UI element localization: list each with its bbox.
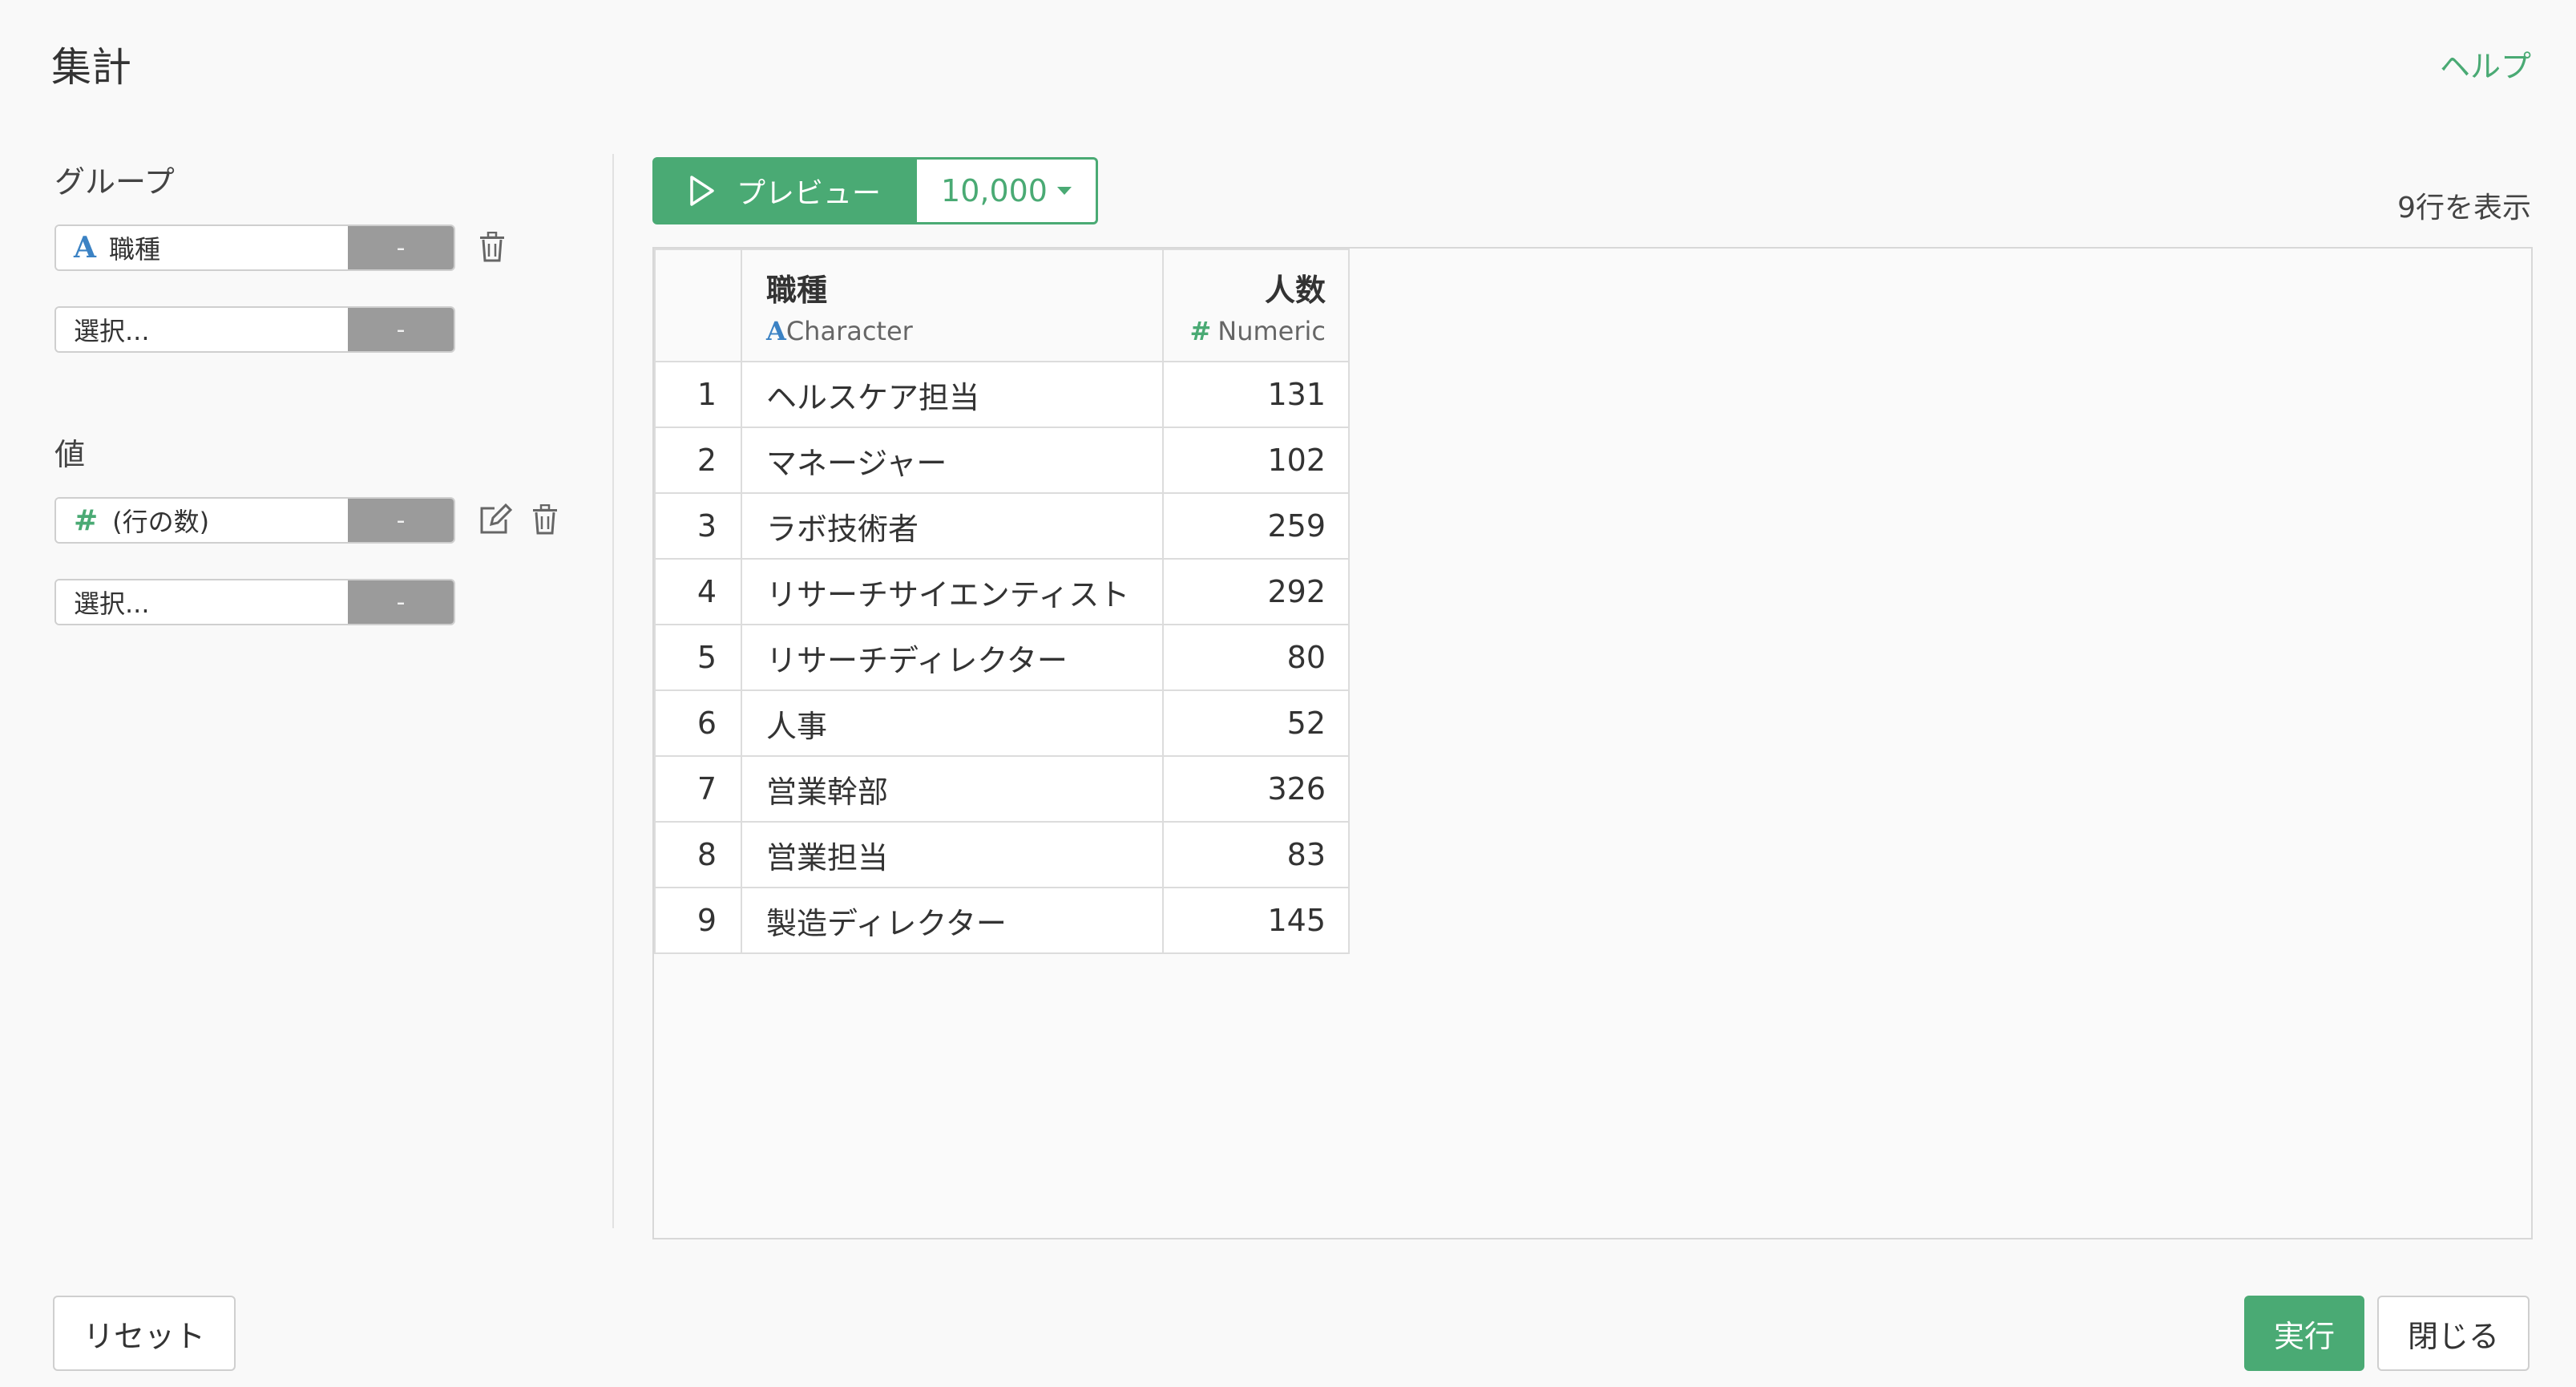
numeric-type-icon: # [74,503,99,537]
preview-rows-value: 10,000 [941,173,1048,208]
table-row: 7 営業幹部 326 [654,755,1350,823]
row-index: 6 [654,689,742,757]
group-field-row-1: A 職種 - [55,224,535,271]
table-row: 8 営業担当 83 [654,821,1350,888]
group-field-placeholder[interactable]: 選択... [56,308,348,351]
play-icon [690,176,714,206]
trash-icon[interactable] [474,229,510,265]
close-button[interactable]: 閉じる [2377,1296,2530,1371]
table-row: 5 リサーチディレクター 80 [654,624,1350,691]
help-link[interactable]: ヘルプ [2440,42,2531,86]
run-button[interactable]: 実行 [2244,1296,2364,1371]
table-header-row: 職種 ACharacter 人数 # Numeric [654,249,1350,362]
value-field-empty-select[interactable]: 選択... - [55,579,455,625]
group-field-value[interactable]: A 職種 [56,226,348,269]
cell-job: ヘルスケア担当 [741,361,1164,428]
preview-table: 職種 ACharacter 人数 # Numeric 1 ヘルスケア担当 131 2 マネ… [654,249,1350,954]
column-type: # Numeric [1165,316,1326,346]
cell-job: リサーチディレクター [741,624,1164,691]
row-index: 5 [654,624,742,691]
row-index: 3 [654,492,742,560]
cell-count: 83 [1162,821,1350,888]
numeric-type-icon: # [1189,315,1212,346]
cell-count: 292 [1162,558,1350,625]
group-section-label: グループ [55,164,175,200]
table-row: 9 製造ディレクター 145 [654,887,1350,954]
index-column-header [654,249,742,362]
preview-rows-dropdown[interactable]: 10,000 [917,157,1098,224]
preview-button-label: プレビュー [736,177,881,210]
table-row: 2 マネージャー 102 [654,427,1350,494]
column-type-label: Character [785,315,913,346]
trash-icon[interactable] [527,502,563,537]
preview-table-container: 職種 ACharacter 人数 # Numeric 1 ヘルスケア担当 131 2 マネ… [652,247,2533,1239]
cell-job: マネージャー [741,427,1164,494]
group-field-empty-select[interactable]: 選択... - [55,306,455,353]
table-row: 1 ヘルスケア担当 131 [654,361,1350,428]
row-index: 8 [654,821,742,888]
caret-down-icon [1056,187,1072,195]
row-index: 4 [654,558,742,625]
group-field-empty-dropdown[interactable]: - [348,308,454,351]
table-row: 3 ラボ技術者 259 [654,492,1350,560]
cell-count: 259 [1162,492,1350,560]
preview-button[interactable]: プレビュー [652,157,917,224]
rows-shown-count: 9行を表示 [2397,192,2531,224]
page-title: 集計 [51,44,131,91]
value-field-row-1: # (行の数) - [55,497,567,544]
row-index: 1 [654,361,742,428]
column-header-job[interactable]: 職種 ACharacter [741,249,1164,362]
edit-icon[interactable] [478,502,513,537]
cell-job: 製造ディレクター [741,887,1164,954]
aggregate-dialog: 集計 ヘルプ グループ A 職種 - 選択... - 値 # (行の数) - 選… [0,0,2576,1387]
character-type-icon: A [766,315,786,346]
value-field-name: (行の数) [112,507,210,537]
cell-count: 80 [1162,624,1350,691]
preview-controls: プレビュー 10,000 [652,157,1098,224]
column-name: 人数 [1264,272,1326,308]
column-type-label: Numeric [1217,315,1326,346]
cell-count: 102 [1162,427,1350,494]
column-type: ACharacter [766,316,1161,346]
cell-job: リサーチサイエンティスト [741,558,1164,625]
values-section-label: 値 [55,437,86,472]
reset-button[interactable]: リセット [53,1296,236,1371]
row-index: 7 [654,755,742,823]
value-field-select[interactable]: # (行の数) - [55,497,455,544]
value-field-placeholder[interactable]: 選択... [56,580,348,624]
cell-job: 営業幹部 [741,755,1164,823]
group-field-select[interactable]: A 職種 - [55,224,455,271]
row-index: 2 [654,427,742,494]
column-header-count[interactable]: 人数 # Numeric [1162,249,1350,362]
panel-divider [612,154,614,1228]
value-field-dropdown[interactable]: - [348,499,454,542]
cell-job: 営業担当 [741,821,1164,888]
character-type-icon: A [74,231,96,265]
table-row: 6 人事 52 [654,689,1350,757]
row-index: 9 [654,887,742,954]
column-name: 職種 [766,272,828,308]
cell-count: 145 [1162,887,1350,954]
group-field-row-2: 選択... - [55,306,455,353]
value-field-empty-dropdown[interactable]: - [348,580,454,624]
group-field-name: 職種 [108,234,160,265]
cell-count: 326 [1162,755,1350,823]
table-row: 4 リサーチサイエンティスト 292 [654,558,1350,625]
table-body: 1 ヘルスケア担当 131 2 マネージャー 102 3 ラボ技術者 259 4 リサーチサイエンテ… [654,361,1350,954]
group-field-dropdown[interactable]: - [348,226,454,269]
cell-count: 131 [1162,361,1350,428]
value-field-row-2: 選択... - [55,579,455,625]
cell-job: ラボ技術者 [741,492,1164,560]
cell-job: 人事 [741,689,1164,757]
value-field-value[interactable]: # (行の数) [56,499,348,542]
cell-count: 52 [1162,689,1350,757]
